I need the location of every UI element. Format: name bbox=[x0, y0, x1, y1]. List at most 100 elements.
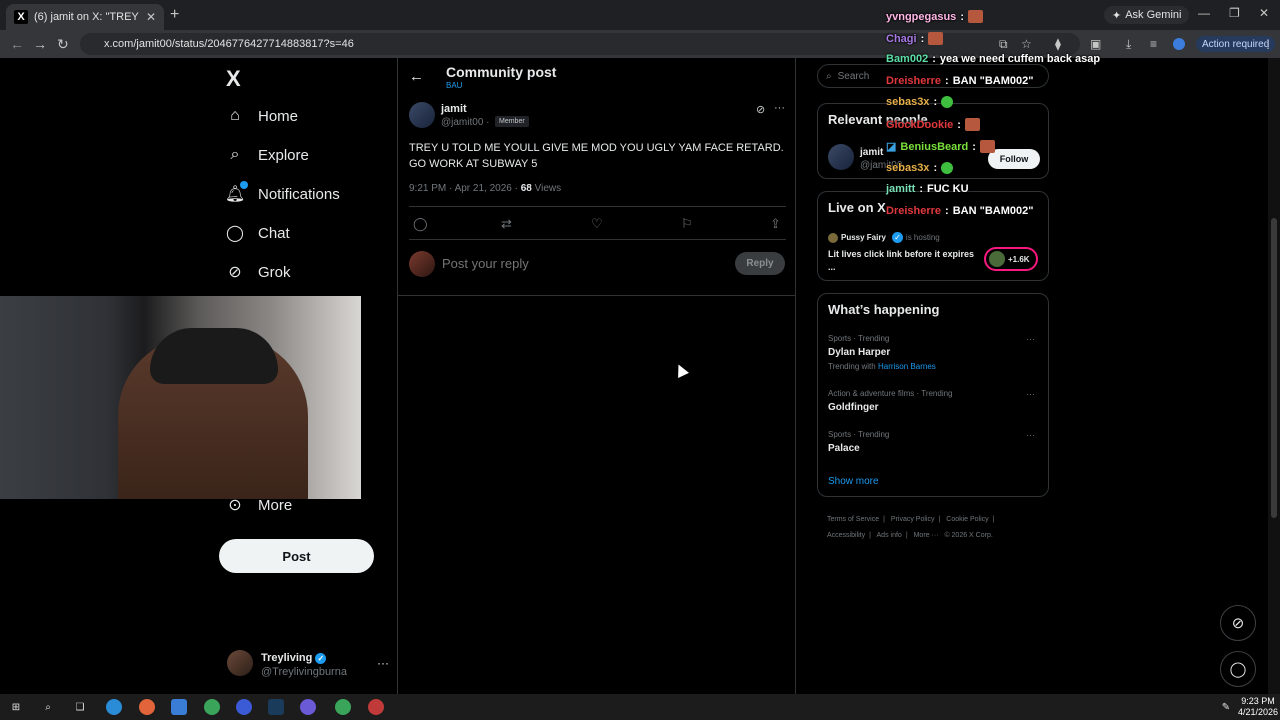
post-author-avatar[interactable] bbox=[409, 102, 435, 128]
grok-icon[interactable]: ⊘ bbox=[756, 103, 765, 116]
nav-notifications[interactable]: 🔔︎ Notifications bbox=[225, 181, 340, 203]
footer-separator: | bbox=[992, 516, 995, 523]
post-more-icon[interactable]: ··· bbox=[774, 102, 785, 114]
downloads-icon[interactable]: ⤓ bbox=[1126, 37, 1131, 52]
relevant-person-avatar[interactable] bbox=[828, 144, 854, 170]
profile-avatar[interactable] bbox=[1173, 38, 1185, 50]
app-icon[interactable] bbox=[236, 699, 252, 715]
browser-tab[interactable]: X (6) jamit on X: "TREY U TOLD M ✕ bbox=[6, 4, 164, 30]
trend-category: Sports · Trending bbox=[828, 334, 890, 343]
nav-home[interactable]: ⌂ Home bbox=[226, 107, 298, 125]
bookmark-star-icon[interactable]: ☆ bbox=[1021, 37, 1032, 51]
account-more-icon[interactable]: ··· bbox=[377, 656, 389, 670]
minimize-icon[interactable]: — bbox=[1198, 6, 1210, 20]
community-name[interactable]: BAU bbox=[446, 81, 462, 90]
close-tab-icon[interactable]: ✕ bbox=[146, 10, 156, 24]
reply-icon[interactable]: ◯ bbox=[413, 216, 428, 232]
like-icon[interactable]: ♡ bbox=[591, 216, 603, 232]
edge-icon[interactable] bbox=[106, 699, 122, 715]
firefox-icon[interactable] bbox=[139, 699, 155, 715]
back-icon[interactable]: ← bbox=[10, 36, 24, 52]
install-app-icon[interactable]: ⧉ bbox=[999, 37, 1008, 52]
footer-link[interactable]: Accessibility bbox=[827, 532, 865, 539]
task-view-icon[interactable]: ❑ bbox=[72, 699, 88, 715]
obs-icon[interactable] bbox=[368, 699, 384, 715]
extensions-icon[interactable]: ⧫ bbox=[1055, 37, 1061, 51]
footer-link[interactable]: More ··· bbox=[914, 532, 939, 539]
emote-icon bbox=[928, 32, 944, 45]
footer-link[interactable]: Ads info bbox=[877, 532, 902, 539]
show-more-link[interactable]: Show more bbox=[828, 476, 879, 487]
verified-icon: ✓ bbox=[891, 232, 903, 243]
footer-links: Terms of Service | Privacy Policy | Cookie… bbox=[827, 512, 1047, 544]
post-author-handle[interactable]: @jamit00 · bbox=[441, 117, 490, 128]
share-icon[interactable]: ⇪ bbox=[770, 216, 781, 232]
chat-float-icon[interactable]: ◯ bbox=[1220, 651, 1256, 687]
bookmark-icon[interactable]: ⚐ bbox=[681, 216, 693, 232]
emote-icon bbox=[967, 10, 983, 23]
live-host-row[interactable]: Pussy Fairy ✓ is hosting bbox=[828, 232, 940, 243]
footer-link[interactable]: Cookie Policy bbox=[946, 516, 988, 523]
mail-icon[interactable] bbox=[171, 699, 187, 715]
new-tab-button[interactable]: + bbox=[170, 6, 179, 24]
trend-with-link[interactable]: Harrison Barnes bbox=[878, 362, 936, 371]
search-placeholder: Search bbox=[837, 70, 870, 82]
search-icon: ⌕ bbox=[826, 70, 832, 82]
page-scrollbar[interactable] bbox=[1268, 58, 1280, 694]
back-arrow-icon[interactable]: ← bbox=[409, 68, 424, 85]
nav-grok[interactable]: ⊘ Grok bbox=[226, 263, 290, 282]
steam-icon[interactable] bbox=[268, 699, 284, 715]
live-listener-avatar bbox=[989, 251, 1005, 267]
start-icon[interactable]: ⊞ bbox=[8, 699, 24, 715]
nav-chat[interactable]: ◯ Chat bbox=[226, 224, 290, 243]
x-logo-icon[interactable]: X bbox=[226, 66, 241, 92]
chat-message: sebas3x : bbox=[886, 96, 954, 108]
chat-message: Dreisherre : BAN "BAM002" bbox=[886, 75, 1034, 87]
windows-taskbar: ⊞ ⌕ ❑ ✎ 9:23 PM 4/21/2026 bbox=[0, 694, 1280, 720]
reply-button[interactable]: Reply bbox=[735, 252, 785, 275]
split-view-icon[interactable]: ▣ bbox=[1090, 37, 1101, 51]
scrollbar-thumb[interactable] bbox=[1271, 218, 1277, 518]
repost-icon[interactable]: ⇄ bbox=[501, 216, 512, 232]
chrome-active-icon[interactable] bbox=[335, 699, 351, 715]
bell-icon: 🔔︎ bbox=[225, 181, 248, 203]
reply-input[interactable] bbox=[442, 256, 722, 271]
pen-icon[interactable]: ✎ bbox=[1218, 699, 1234, 715]
window-close-icon[interactable]: ✕ bbox=[1259, 6, 1269, 20]
ask-gemini-button[interactable]: ✦ Ask Gemini bbox=[1104, 6, 1190, 24]
system-clock[interactable]: 9:23 PM 4/21/2026 bbox=[1238, 696, 1278, 718]
reload-icon[interactable]: ↻ bbox=[57, 36, 69, 53]
post-author-name[interactable]: jamit bbox=[441, 103, 467, 115]
trend-more-icon[interactable]: ··· bbox=[1026, 430, 1035, 440]
grok-float-icon[interactable]: ⊘ bbox=[1220, 605, 1256, 641]
post-timestamp: 9:21 PM · Apr 21, 2026 · bbox=[409, 183, 518, 194]
home-icon: ⌂ bbox=[230, 107, 240, 124]
follow-button[interactable]: Follow bbox=[988, 149, 1040, 169]
trend-more-icon[interactable]: ··· bbox=[1026, 389, 1035, 399]
search-icon[interactable]: ⌕ bbox=[40, 699, 56, 715]
account-switcher[interactable]: Treyliving ✓ @Treylivingburna ··· bbox=[227, 650, 389, 680]
footer-link[interactable]: Terms of Service bbox=[827, 516, 879, 523]
chat-username: sebas3x bbox=[886, 162, 930, 174]
live-listeners-pill[interactable]: +1.6K bbox=[984, 247, 1038, 271]
chrome-icon[interactable] bbox=[204, 699, 220, 715]
grok-icon: ⊘ bbox=[228, 264, 242, 281]
search-icon: ⌕ bbox=[230, 146, 240, 163]
live-host-name: Pussy Fairy bbox=[841, 233, 886, 242]
chat-message: sebas3x : bbox=[886, 162, 954, 174]
chat-message: jamitt : FUC KU bbox=[886, 183, 969, 195]
forward-icon[interactable]: → bbox=[33, 36, 47, 52]
account-name: Treyliving bbox=[261, 652, 313, 664]
nav-explore-label: Explore bbox=[258, 146, 309, 164]
relevant-person-name[interactable]: jamit bbox=[860, 147, 883, 158]
trend-more-icon[interactable]: ··· bbox=[1026, 334, 1035, 344]
live-space-title[interactable]: Lit lives click link before it expires .… bbox=[828, 248, 978, 274]
discord-icon[interactable] bbox=[300, 699, 316, 715]
restore-icon[interactable]: ❐ bbox=[1229, 6, 1240, 20]
nav-explore[interactable]: ⌕ Explore bbox=[226, 146, 309, 164]
browser-menu-icon[interactable]: ⋮ bbox=[1262, 37, 1274, 51]
reading-list-icon[interactable]: ≡ bbox=[1150, 37, 1157, 51]
post-button[interactable]: Post bbox=[219, 539, 374, 573]
chat-icon: ◯ bbox=[226, 225, 244, 242]
footer-link[interactable]: Privacy Policy bbox=[891, 516, 935, 523]
